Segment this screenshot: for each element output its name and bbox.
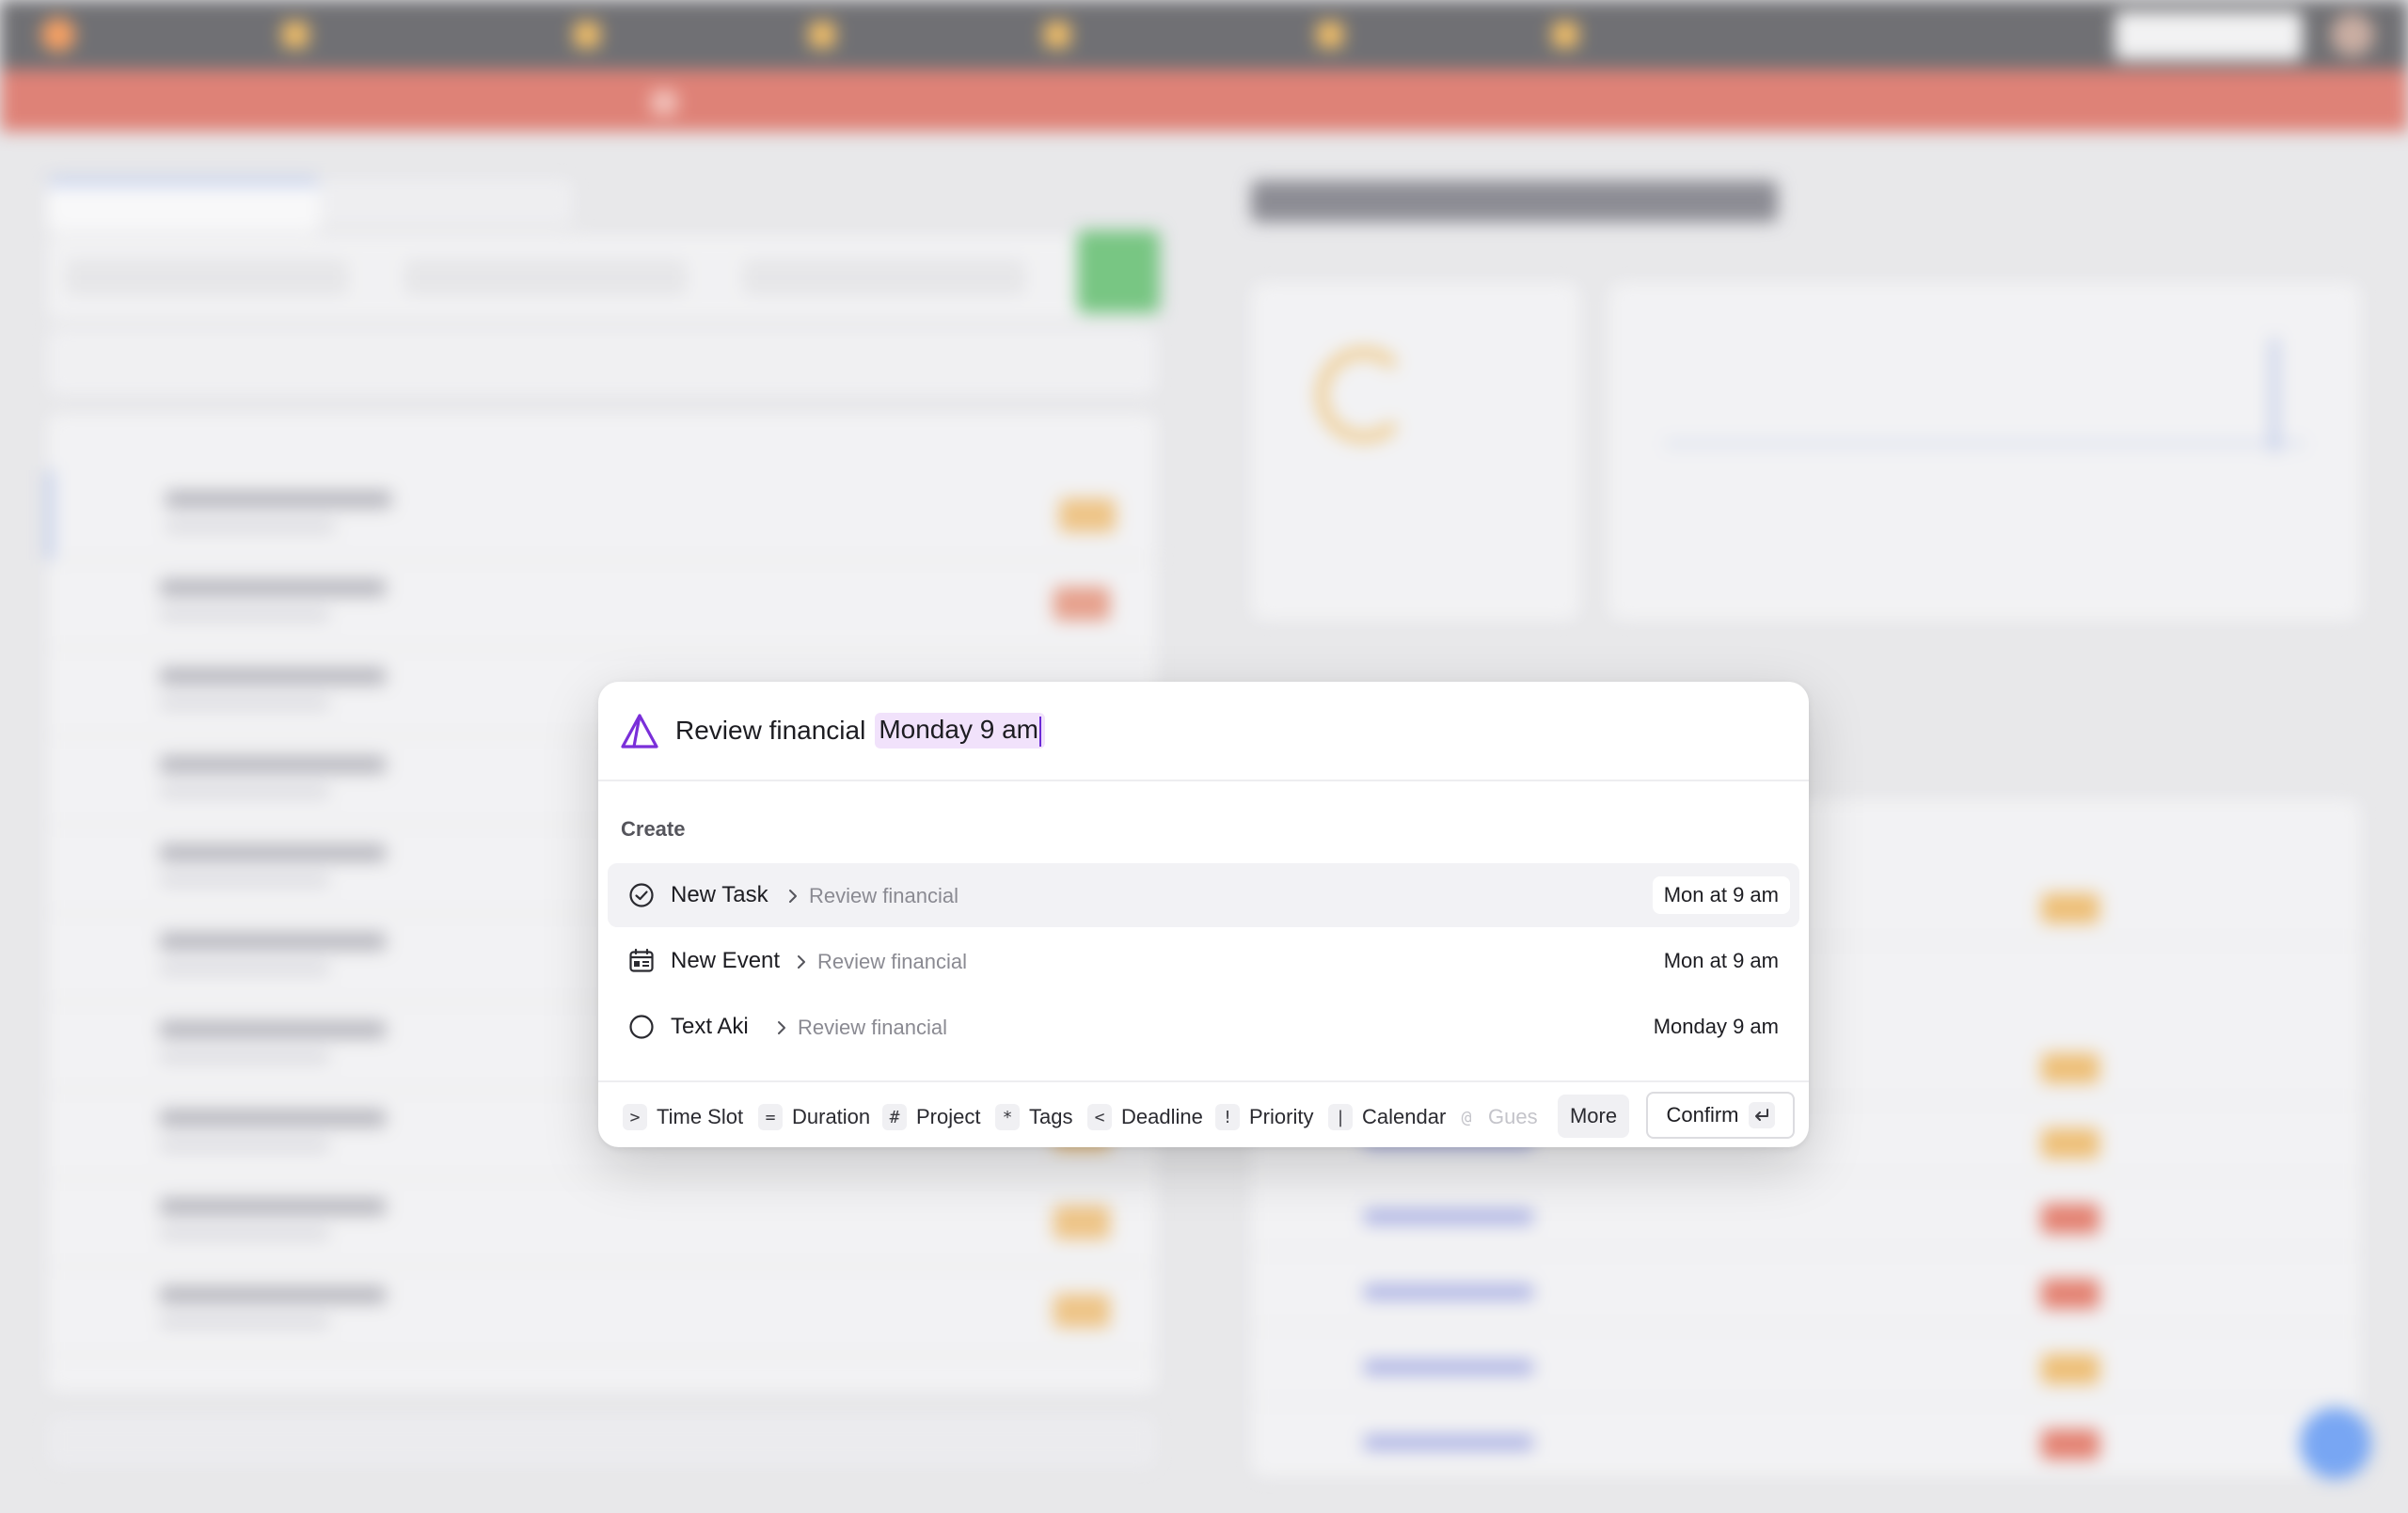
shortcut-label: Time Slot <box>657 1105 744 1128</box>
shortcut-key: > <box>623 1104 647 1130</box>
palette-input[interactable]: Review financial Monday 9 am <box>675 709 1045 752</box>
calendar-event-icon <box>629 948 654 972</box>
shortcut-key: = <box>758 1104 783 1130</box>
shortcut-time-slot[interactable]: > Time Slot <box>623 1103 743 1131</box>
option-time: Mon at 9 am <box>1663 949 1779 972</box>
option-crumb-text: Review financial <box>809 884 958 907</box>
app-logo-icon <box>621 714 658 749</box>
text-caret <box>1038 716 1041 747</box>
shortcut-label: Gues <box>1488 1105 1538 1128</box>
chevron-right-icon <box>778 1021 785 1034</box>
option-crumb-text: Review financial <box>817 950 967 973</box>
option-crumb: Review financial <box>775 1016 947 1040</box>
shortcut-key: ! <box>1215 1104 1240 1130</box>
query-time-text: Monday 9 am <box>879 715 1038 745</box>
shortcut-key: * <box>995 1104 1020 1130</box>
shortcut-key: | <box>1328 1104 1353 1130</box>
option-new-task[interactable]: New Task Review financial Mon at 9 am <box>608 863 1799 927</box>
shortcut-duration[interactable]: = Duration <box>758 1103 870 1131</box>
shortcut-key: # <box>882 1104 907 1130</box>
option-time: Mon at 9 am <box>1652 876 1790 914</box>
shortcut-calendar[interactable]: | Calendar <box>1328 1103 1446 1131</box>
option-crumb-text: Review financial <box>798 1016 947 1039</box>
shortcut-label: Calendar <box>1362 1105 1447 1128</box>
query-text: Review financial <box>675 716 866 745</box>
shortcut-tags[interactable]: * Tags <box>995 1103 1072 1131</box>
shortcut-deadline[interactable]: < Deadline <box>1087 1103 1203 1131</box>
shortcut-guests[interactable]: @ Gues <box>1454 1103 1548 1131</box>
option-title: New Task <box>671 882 768 907</box>
shortcut-label: Project <box>916 1105 981 1128</box>
palette-input-row[interactable]: Review financial Monday 9 am <box>598 682 1809 781</box>
query-time-token: Monday 9 am <box>875 713 1045 749</box>
option-new-event[interactable]: New Event Review financial Mon at 9 am <box>608 929 1799 993</box>
shortcut-priority[interactable]: ! Priority <box>1215 1103 1313 1131</box>
shortcut-label: Duration <box>792 1105 871 1128</box>
option-title: New Event <box>671 948 781 973</box>
shortcut-label: Deadline <box>1121 1105 1203 1128</box>
option-crumb: Review financial <box>786 884 958 908</box>
shortcut-label: Priority <box>1249 1105 1314 1128</box>
chevron-right-icon <box>798 955 805 969</box>
shortcut-label: Tags <box>1029 1105 1073 1128</box>
confirm-label: Confirm <box>1666 1103 1739 1127</box>
chevron-right-icon <box>789 890 797 903</box>
option-crumb: Review financial <box>795 950 967 974</box>
create-section-label: Create <box>621 817 686 841</box>
shortcut-key: @ <box>1461 1107 1472 1127</box>
circle-icon <box>629 1015 654 1039</box>
confirm-button[interactable]: Confirm <box>1646 1092 1795 1139</box>
option-text-aki[interactable]: Text Aki Review financial Monday 9 am <box>608 995 1799 1059</box>
option-time: Monday 9 am <box>1653 1015 1779 1038</box>
more-button[interactable]: More <box>1558 1095 1629 1138</box>
check-circle-icon <box>629 883 654 907</box>
enter-key-icon <box>1748 1102 1775 1128</box>
shortcut-project[interactable]: # Project <box>882 1103 980 1131</box>
option-title: Text Aki <box>671 1014 749 1039</box>
shortcut-key: < <box>1087 1104 1112 1130</box>
palette-footer: > Time Slot = Duration # Project * Tags … <box>598 1080 1809 1147</box>
command-palette: Review financial Monday 9 am Create New … <box>598 682 1809 1147</box>
